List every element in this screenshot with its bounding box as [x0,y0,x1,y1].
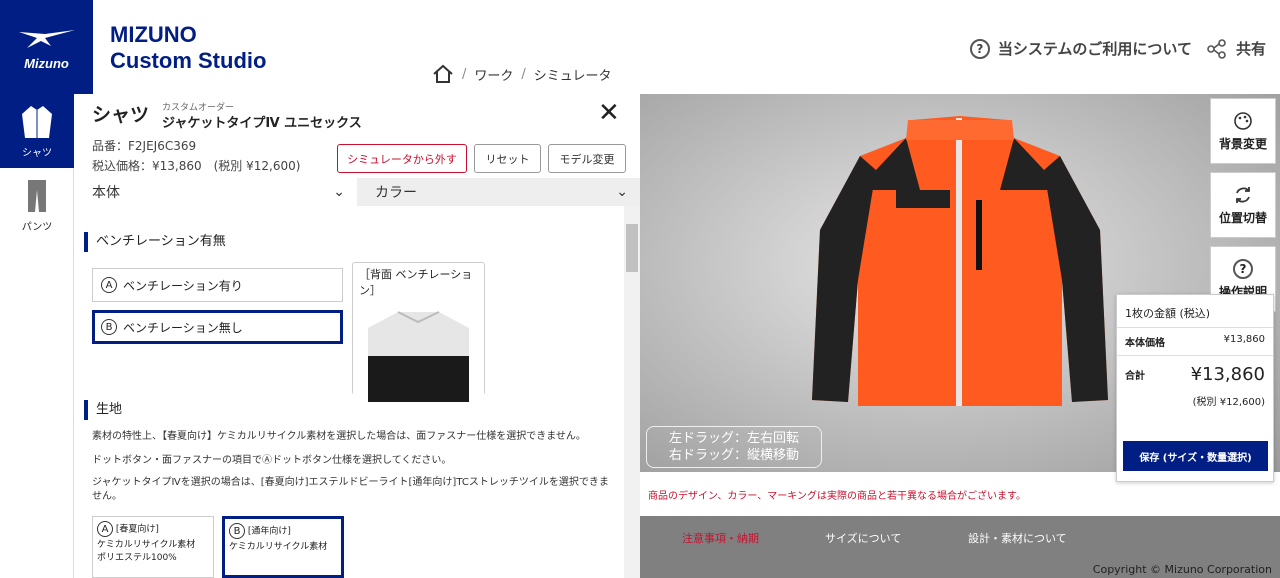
header-actions: ? 当システムのご利用について 共有 [969,38,1266,59]
close-icon[interactable]: ✕ [598,98,620,128]
color-select-value: カラー [375,185,417,201]
footer-link-size[interactable]: サイズについて [825,530,901,546]
product-price: 税込価格：¥13,860 (税別 ¥12,600) [92,159,301,173]
nav-item-pants[interactable]: パンツ [0,168,74,242]
customize-panel: シャツ カスタムオーダー ジャケットタイプⅣ ユニセックス ✕ 品番：F2JEJ… [74,94,640,578]
background-change-label: 背景変更 [1218,136,1267,151]
nav-label-pants: パンツ [21,221,53,233]
fabric-card-a-detail: ポリエステル100% [97,553,177,563]
ventilation-option-b-label: ベンチレーション無し [123,320,243,335]
position-switch-button[interactable]: 位置切替 [1210,172,1276,238]
mizuno-logo[interactable]: Mizuno [0,0,93,94]
runbird-icon [18,29,75,48]
ventilation-title: ベンチレーション有無 [84,232,226,252]
ventilation-image-caption: ［背面 ベンチレーション］ [359,268,473,297]
background-change-button[interactable]: 背景変更 [1210,98,1276,164]
save-button[interactable]: 保存 (サイズ・数量選択) [1123,441,1268,471]
help-icon: ? [969,38,990,59]
breadcrumb-item-work[interactable]: ワーク [474,65,513,84]
total-label: 合計 [1125,371,1145,382]
ventilation-image-card: ［背面 ベンチレーション］ [352,262,485,406]
options-content: ベンチレーション有無 A ベンチレーション有り B ベンチレーション無し ［背面… [74,206,624,578]
fabric-card-b[interactable]: B [通年向け] ケミカルリサイクル素材 [222,516,344,578]
body-select[interactable]: 本体 ⌄ [74,178,357,206]
ventilation-option-a[interactable]: A ベンチレーション有り [92,268,343,302]
product-category: シャツ [92,104,150,126]
brand-line2: Custom Studio [110,48,267,73]
fabric-card-b-sub: ケミカルリサイクル素材 [229,542,328,552]
reset-button[interactable]: リセット [474,144,541,173]
drag-hint-line2: 右ドラッグ：縦横移動 [668,448,799,463]
breadcrumb-separator: / [462,66,467,82]
product-name: ジャケットタイプⅣ ユニセックス [162,116,362,131]
header: Mizuno MIZUNO Custom Studio / ワーク / シミュレ… [0,0,1280,94]
palette-icon [1234,111,1252,130]
base-price-row: 本体価格 ¥13,860 [1117,328,1273,356]
brand-line1: MIZUNO [110,22,197,47]
option-mark-b: B [229,523,245,539]
total-row: 合計 ¥13,860 [1117,356,1273,389]
drag-hint-line1: 左ドラッグ：左右回転 [668,431,799,446]
fabric-card-a-sub: ケミカルリサイクル素材 [97,540,196,550]
fabric-title: 生地 [84,400,122,420]
fabric-card-a[interactable]: A [春夏向け] ケミカルリサイクル素材 ポリエステル100% [92,516,214,578]
drag-hint: 左ドラッグ：左右回転 右ドラッグ：縦横移動 [646,426,822,468]
price-panel: 1枚の金額 (税込) 本体価格 ¥13,860 合計 ¥13,860 (税別 ¥… [1116,294,1274,482]
home-icon[interactable] [432,64,454,84]
chevron-down-icon: ⌄ [333,184,345,200]
item-nav: シャツ パンツ [0,94,74,578]
base-price-value: ¥13,860 [1223,334,1265,345]
product-number: 品番：F2JEJ6C369 [92,139,197,153]
body-select-value: 本体 [92,185,120,201]
ventilation-option-a-label: ベンチレーション有り [123,278,243,293]
fabric-card-a-title: [春夏向け] [115,524,159,535]
breadcrumb-item-simulator: シミュレータ [533,68,612,84]
help-icon: ? [1233,258,1253,279]
breadcrumb-separator: / [521,66,526,82]
price-panel-header: 1枚の金額 (税込) [1117,295,1273,328]
tax-excl-value: (税別 ¥12,600) [1192,397,1265,408]
ventilation-option-b[interactable]: B ベンチレーション無し [92,310,343,344]
help-link[interactable]: 当システムのご利用について [998,38,1192,59]
total-value: ¥13,860 [1190,364,1265,385]
chevron-down-icon: ⌄ [616,184,628,200]
breadcrumb: / ワーク / シミュレータ [432,64,612,84]
option-mark-a: A [97,521,113,537]
copyright: Copyright © Mizuno Corporation [1092,563,1272,576]
option-mark-b: B [101,319,117,335]
footer-link-design[interactable]: 設計・素材について [968,530,1067,546]
tax-excl-row: (税別 ¥12,600) [1117,389,1273,412]
fabric-card-b-title: [通年向け] [247,526,291,537]
remove-from-simulator-button[interactable]: シミュレータから外す [337,144,467,173]
nav-item-shirt[interactable]: シャツ [0,94,74,168]
rotate-icon [1236,186,1250,203]
panel-scrollbar[interactable] [624,206,640,578]
pants-icon [28,179,46,212]
fabric-note-2: ドットボタン・面ファスナーの項目でⒶドットボタン仕様を選択してください。 [92,455,452,466]
option-mark-a: A [101,277,117,293]
logo-wordmark: Mizuno [24,55,69,71]
part-selects: 本体 ⌄ カラー ⌄ [74,178,640,206]
position-switch-label: 位置切替 [1218,210,1267,225]
scrollbar-thumb[interactable] [626,224,638,272]
fabric-note-3: ジャケットタイプⅣを選択の場合は、[春夏向け]エステルドビーライト[通年向け]T… [92,477,609,502]
back-ventilation-image [353,298,484,406]
fabric-note-1: 素材の特性上、【春夏向け】ケミカルリサイクル素材を選択した場合は、面ファスナー仕… [92,431,586,442]
footer-link-notes[interactable]: 注意事項・納期 [682,530,759,546]
share-icon[interactable] [1206,38,1228,59]
brand-title: MIZUNO Custom Studio [110,22,266,74]
share-link[interactable]: 共有 [1236,38,1266,59]
base-price-label: 本体価格 [1125,338,1165,349]
nav-label-shirt: シャツ [22,147,52,159]
jacket-preview [812,116,1108,406]
model-change-button[interactable]: モデル変更 [548,144,626,173]
color-select[interactable]: カラー ⌄ [357,178,640,206]
shirt-icon [22,105,52,138]
footer: 注意事項・納期 サイズについて 設計・素材について Copyright © Mi… [640,516,1280,578]
